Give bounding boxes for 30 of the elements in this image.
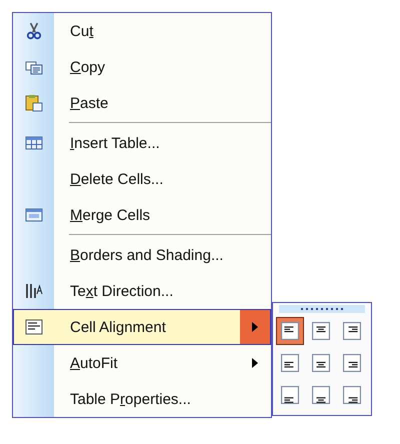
- menu-item[interactable]: Text Direction...: [13, 273, 271, 309]
- alignment-icon: [312, 386, 330, 404]
- menu-item[interactable]: Cut: [13, 13, 271, 49]
- alignment-icon: [312, 322, 330, 340]
- alignment-icon: [281, 354, 299, 372]
- submenu-arrow-icon: [252, 358, 258, 368]
- menu-item[interactable]: Cell Alignment: [13, 309, 271, 345]
- clipboard-icon: [25, 94, 43, 112]
- scissors-icon: [25, 22, 43, 40]
- alignment-icon: [281, 386, 299, 404]
- menu-item[interactable]: Insert Table...: [13, 125, 271, 161]
- merge-cells-icon: [25, 206, 43, 224]
- menu-item[interactable]: Delete Cells...: [13, 161, 271, 197]
- tear-off-bar[interactable]: [279, 305, 365, 313]
- alignment-icon: [343, 322, 361, 340]
- alignment-icon: [343, 354, 361, 372]
- submenu-arrow-icon: [252, 322, 258, 332]
- menu-item[interactable]: Table Properties...: [13, 381, 271, 417]
- menu-item[interactable]: Paste: [13, 85, 271, 121]
- text-direction-icon: [25, 282, 43, 300]
- alignment-icon: [312, 354, 330, 372]
- table-icon: [25, 134, 43, 152]
- align-left-icon: [25, 318, 43, 336]
- menu-item[interactable]: AutoFit: [13, 345, 271, 381]
- alignment-icon: [281, 322, 299, 340]
- alignment-icon: [343, 386, 361, 404]
- menu-item[interactable]: Copy: [13, 49, 271, 85]
- cell-alignment-button[interactable]: [276, 317, 304, 345]
- menu-item[interactable]: Merge Cells: [13, 197, 271, 233]
- menu-item[interactable]: Borders and Shading...: [13, 237, 271, 273]
